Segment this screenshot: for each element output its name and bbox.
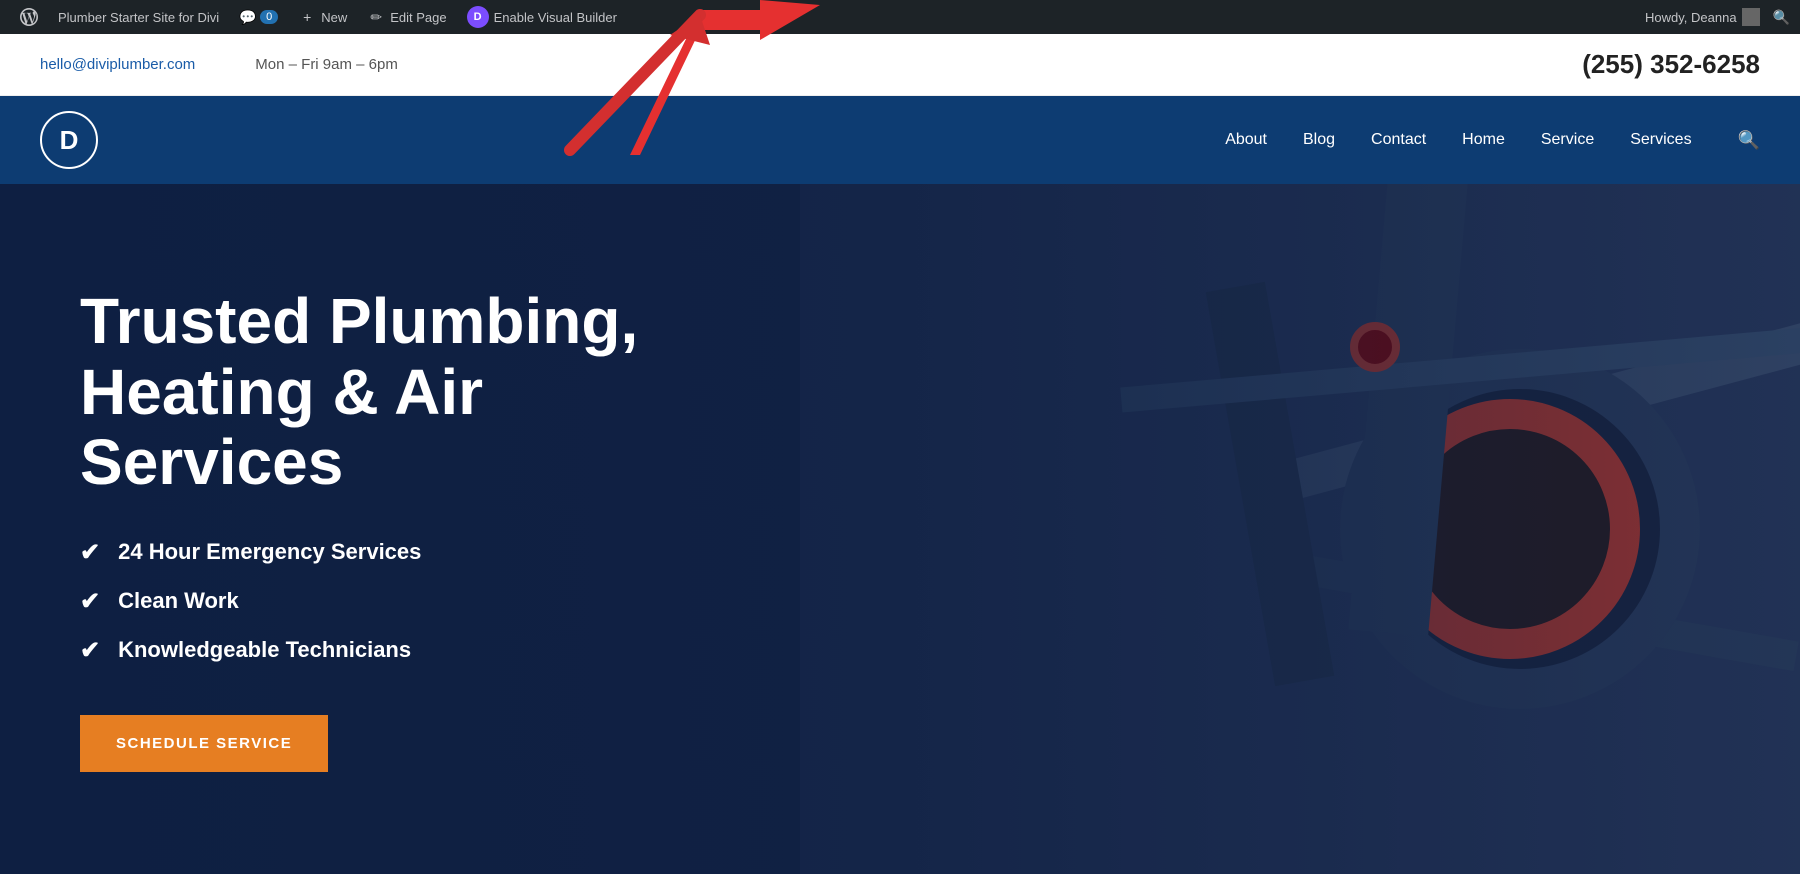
site-name-button[interactable]: Plumber Starter Site for Divi xyxy=(48,0,229,34)
nav-link-home[interactable]: Home xyxy=(1462,131,1505,149)
checklist-item-3: ✔ Knowledgeable Technicians xyxy=(80,636,720,665)
nav-link-contact[interactable]: Contact xyxy=(1371,131,1426,149)
search-admin-icon[interactable]: 🔍 xyxy=(1773,9,1790,26)
admin-user-menu[interactable]: Howdy, Deanna 🔍 xyxy=(1645,8,1790,26)
checklist-item-2: ✔ Clean Work xyxy=(80,587,720,616)
comment-count: 0 xyxy=(260,10,278,24)
new-label: New xyxy=(321,10,347,25)
schedule-service-button[interactable]: SCHEDULE SERVICE xyxy=(80,715,328,772)
comments-button[interactable]: 💬 0 xyxy=(229,0,288,34)
plus-icon: + xyxy=(298,8,316,26)
hero-checklist: ✔ 24 Hour Emergency Services ✔ Clean Wor… xyxy=(80,538,720,665)
hero-content: Trusted Plumbing, Heating & Air Services… xyxy=(0,206,800,851)
checklist-item-1: ✔ 24 Hour Emergency Services xyxy=(80,538,720,567)
admin-bar: Plumber Starter Site for Divi 💬 0 + New … xyxy=(0,0,1800,34)
check-icon-3: ✔ xyxy=(80,636,100,665)
check-icon-2: ✔ xyxy=(80,587,100,616)
visual-builder-button[interactable]: D Enable Visual Builder xyxy=(457,0,627,34)
edit-page-label: Edit Page xyxy=(390,10,446,25)
wordpress-icon xyxy=(20,8,38,26)
checklist-label-1: 24 Hour Emergency Services xyxy=(118,539,421,565)
new-button[interactable]: + New xyxy=(288,0,357,34)
site-name-label: Plumber Starter Site for Divi xyxy=(58,10,219,25)
hero-title: Trusted Plumbing, Heating & Air Services xyxy=(80,286,720,497)
nav-link-service[interactable]: Service xyxy=(1541,131,1594,149)
nav-links: About Blog Contact Home Service Services… xyxy=(1225,130,1760,151)
edit-page-button[interactable]: ✏ Edit Page xyxy=(357,0,456,34)
phone-number[interactable]: (255) 352-6258 xyxy=(1582,49,1760,80)
nav-bar: D About Blog Contact Home Service Servic… xyxy=(0,96,1800,184)
checklist-label-2: Clean Work xyxy=(118,588,239,614)
business-hours: Mon – Fri 9am – 6pm xyxy=(255,56,398,73)
hero-section: Trusted Plumbing, Heating & Air Services… xyxy=(0,184,1800,874)
comment-icon: 💬 xyxy=(239,8,257,26)
nav-search-icon[interactable]: 🔍 xyxy=(1738,130,1760,151)
visual-builder-label: Enable Visual Builder xyxy=(494,10,617,25)
divi-icon: D xyxy=(467,6,489,28)
howdy-text: Howdy, Deanna xyxy=(1645,10,1737,25)
nav-link-about[interactable]: About xyxy=(1225,131,1267,149)
checklist-label-3: Knowledgeable Technicians xyxy=(118,637,411,663)
wp-logo-button[interactable] xyxy=(10,0,48,34)
site-logo[interactable]: D xyxy=(40,111,98,169)
edit-icon: ✏ xyxy=(367,8,385,26)
top-info-bar: hello@diviplumber.com Mon – Fri 9am – 6p… xyxy=(0,34,1800,96)
nav-link-blog[interactable]: Blog xyxy=(1303,131,1335,149)
contact-email[interactable]: hello@diviplumber.com xyxy=(40,56,195,73)
nav-link-services[interactable]: Services xyxy=(1630,131,1691,149)
user-avatar xyxy=(1742,8,1760,26)
check-icon-1: ✔ xyxy=(80,538,100,567)
